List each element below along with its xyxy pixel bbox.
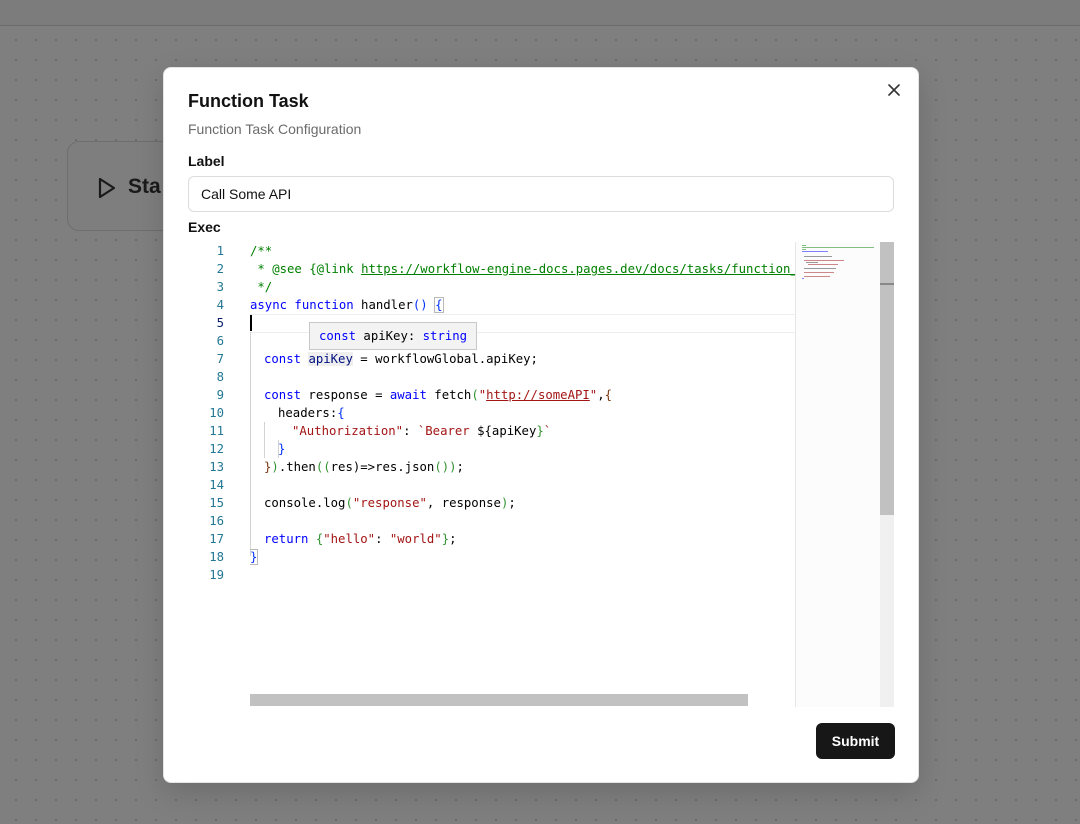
line-number: 1 xyxy=(216,244,224,258)
code-area[interactable]: /** * @see {@link https://workflow-engin… xyxy=(250,242,796,707)
submit-button[interactable]: Submit xyxy=(816,723,895,759)
line-number: 8 xyxy=(216,370,224,384)
line-number: 14 xyxy=(209,478,224,492)
line-number: 12 xyxy=(209,442,224,456)
line-number: 4 xyxy=(216,298,224,312)
line-number: 15 xyxy=(209,496,224,510)
line-number: 10 xyxy=(209,406,224,420)
scrollbar-cursor-marker xyxy=(880,283,894,285)
code-line: const response = await fetch("http://som… xyxy=(264,388,613,402)
exec-field-label: Exec xyxy=(188,219,221,235)
text-cursor xyxy=(250,315,252,331)
line-number: 16 xyxy=(209,514,224,528)
line-number: 9 xyxy=(216,388,224,402)
line-number: 3 xyxy=(216,280,224,294)
close-button[interactable] xyxy=(886,84,902,100)
type-hover-tooltip: const apiKey: string xyxy=(309,322,478,350)
api-url-link[interactable]: http://someAPI xyxy=(486,388,590,402)
line-number: 11 xyxy=(209,424,224,438)
code-line: } xyxy=(278,442,286,456)
line-number: 2 xyxy=(216,262,224,276)
start-node-label: Sta xyxy=(128,175,161,198)
code-line: headers:{ xyxy=(278,406,345,420)
label-field-label: Label xyxy=(188,153,225,169)
code-line: const apiKey = workflowGlobal.apiKey; xyxy=(264,352,538,366)
function-task-dialog: Function Task Function Task Configuratio… xyxy=(163,67,919,783)
docs-link[interactable]: https://workflow-engine-docs.pages.dev/d… xyxy=(361,262,796,276)
play-icon xyxy=(97,177,117,204)
line-number: 17 xyxy=(209,532,224,546)
code-line: }).then((res)=>res.json()); xyxy=(264,460,464,474)
horizontal-scrollbar[interactable] xyxy=(250,694,748,706)
line-number: 5 xyxy=(216,316,224,330)
code-minimap[interactable] xyxy=(795,242,882,707)
code-line: "Authorization": `Bearer ${apiKey}` xyxy=(292,424,552,438)
top-bar xyxy=(0,0,1080,26)
label-input[interactable] xyxy=(188,176,894,212)
line-number: 6 xyxy=(216,334,224,348)
code-line: } xyxy=(250,549,259,565)
dialog-title: Function Task xyxy=(188,91,309,111)
line-number: 18 xyxy=(209,550,224,564)
code-line: /** xyxy=(250,244,273,258)
code-line: * @see {@link https://workflow-engine-do… xyxy=(250,260,796,278)
code-line: return {"hello": "world"}; xyxy=(264,532,457,546)
close-icon xyxy=(888,83,900,101)
dialog-description: Function Task Configuration xyxy=(188,121,362,137)
code-editor[interactable]: 1 2 3 4 5 6 7 8 9 10 11 12 13 14 15 16 1… xyxy=(188,242,894,707)
code-line: console.log("response", response); xyxy=(264,496,516,510)
line-number: 13 xyxy=(209,460,224,474)
line-number: 7 xyxy=(216,352,224,366)
code-line: */ xyxy=(250,280,273,294)
line-number: 19 xyxy=(209,568,224,582)
code-line: async function handler() { xyxy=(250,297,444,313)
